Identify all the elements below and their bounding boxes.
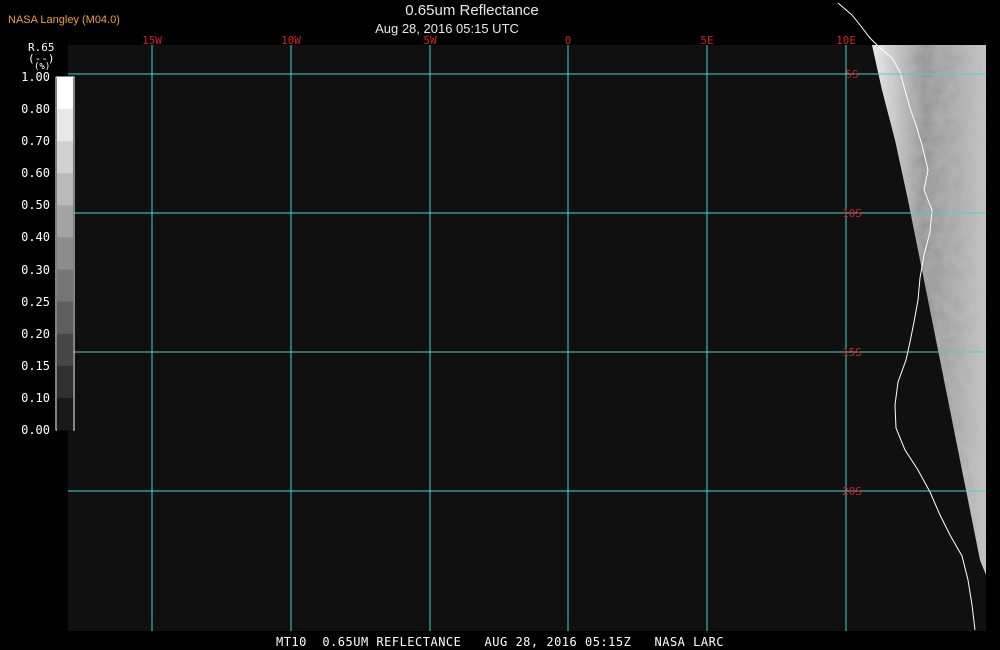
producer-label: NASA Langley (M04.0): [8, 14, 120, 26]
colorbar-tick-label: 0.60: [21, 166, 50, 181]
latitude-label: 15S: [842, 346, 862, 359]
longitude-label: 5E: [700, 34, 713, 47]
colorbar-tick-label: 0.30: [21, 262, 50, 277]
colorbar-swatch: [57, 141, 73, 174]
latitude-label: 10S: [842, 207, 862, 220]
colorbar-swatch: [57, 301, 73, 335]
colorbar-swatch: [57, 397, 73, 431]
latitude-label: 5S: [845, 68, 858, 81]
longitude-label: 0: [565, 34, 572, 47]
colorbar-tick-label: 1.00: [21, 70, 50, 84]
colorbar: [55, 76, 75, 431]
colorbar-swatch: [57, 365, 73, 399]
colorbar-tick-label: 0.70: [21, 134, 50, 149]
longitude-label: 15W: [142, 34, 162, 47]
colorbar-swatch: [57, 333, 73, 367]
colorbar-tick-label: 0.40: [21, 230, 50, 245]
colorbar-tick-label: 0.20: [21, 326, 50, 341]
longitude-label: 10E: [836, 34, 856, 47]
colorbar-swatch: [57, 237, 73, 271]
colorbar-tick-label: 0.25: [21, 294, 50, 309]
colorbar-swatch: [57, 109, 73, 142]
colorbar-swatch: [57, 269, 73, 303]
colorbar-tick-label: 0.00: [21, 423, 50, 437]
latitude-label: 20S: [842, 485, 862, 498]
colorbar-tick-label: 0.15: [21, 358, 50, 373]
image-title: 0.65um Reflectance: [405, 2, 539, 19]
image-datetime: Aug 28, 2016 05:15 UTC: [375, 21, 519, 36]
longitude-label: 10W: [281, 34, 301, 47]
colorbar-swatch: [57, 77, 73, 110]
colorbar-tick-label: 0.10: [21, 390, 50, 405]
footer-caption: MT10 0.65UM REFLECTANCE AUG 28, 2016 05:…: [275, 635, 725, 649]
image-frame: [68, 45, 986, 631]
colorbar-tick-label: 0.50: [21, 198, 50, 213]
colorbar-swatch: [57, 205, 73, 238]
colorbar-tick-label: 0.80: [21, 102, 50, 117]
colorbar-swatch: [57, 173, 73, 206]
satellite-map: 15W 10W 5W 0 5E 10E5S10S15S20S: [55, 2, 986, 631]
